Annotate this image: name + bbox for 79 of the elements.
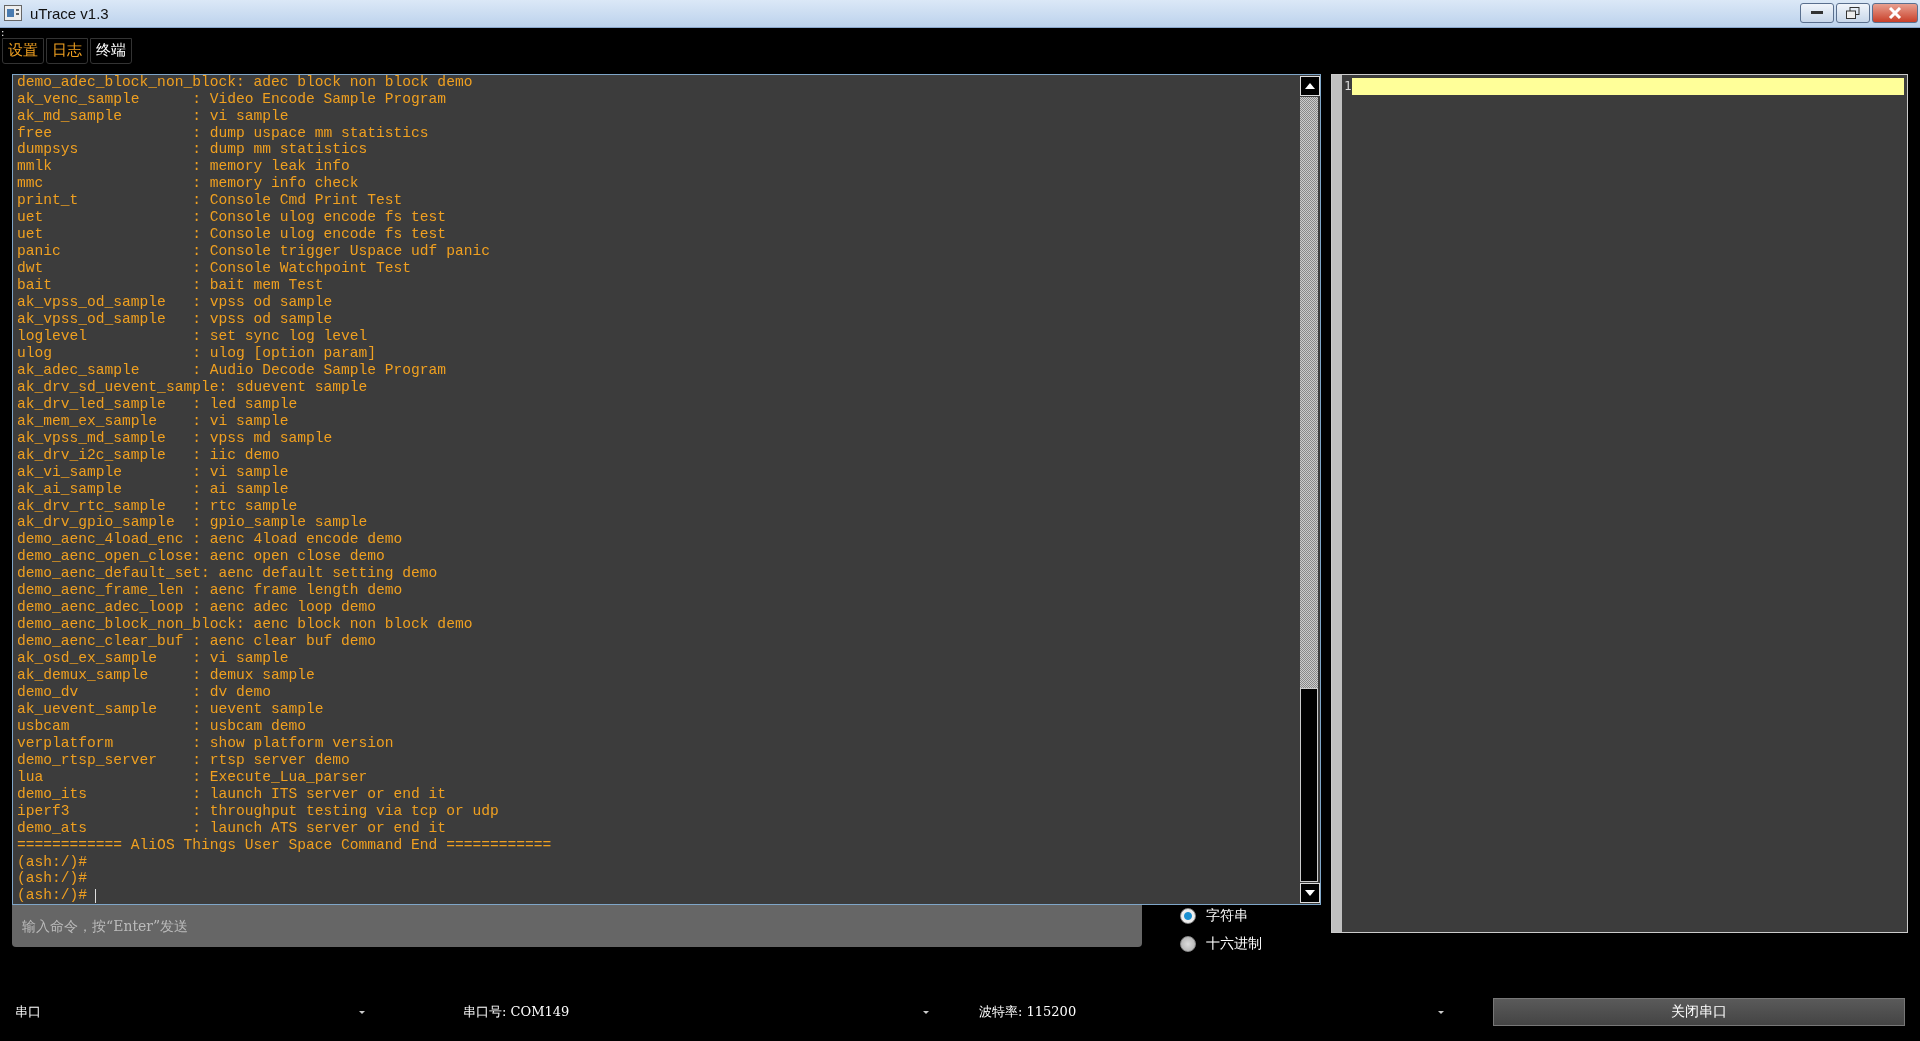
minimize-button[interactable] [1800, 3, 1834, 24]
terminal-line: demo_adec_block_non_block: adec block non block demo [17, 75, 474, 91]
editor-panel[interactable]: 1 [1331, 74, 1908, 934]
minimize-icon [1811, 11, 1823, 16]
terminal-line: (ash:/)# [17, 887, 1295, 905]
terminal-line: ak_vpss_od_sample : vpss od sample [17, 294, 334, 311]
down-arrow-icon [1305, 890, 1316, 897]
terminal-line: ak_drv_sd_uevent_sample: sduevent sample [17, 378, 369, 396]
terminal-line: (ash:/)# [17, 870, 89, 888]
terminal-line: verplatform : show platform version [17, 734, 395, 752]
scroll-up-button[interactable] [1300, 76, 1321, 97]
terminal-line: ak_drv_rtc_sample : rtc sample [17, 497, 299, 515]
terminal-line: uet : Console ulog encode fs test [17, 209, 448, 227]
terminal-line: ak_drv_led_sample : led sample [17, 395, 299, 413]
terminal-line: ak_drv_i2c_sample : iic demo [17, 446, 281, 464]
close-button[interactable] [1872, 3, 1918, 24]
terminal-line: ak_vi_sample : vi sample [17, 463, 290, 481]
terminal-line: demo_aenc_default_set: aenc default setting demo [17, 565, 439, 583]
menu-mark: : [0, 27, 6, 38]
terminal-line: ak_adec_sample : Audio Decode Sample Program [17, 361, 448, 379]
terminal-line: ak_demux_sample : demux sample [17, 667, 316, 684]
terminal-line: ak_vpss_od_sample : vpss od sample [17, 311, 334, 328]
terminal-line: mmc : memory info check [17, 175, 360, 193]
dropdown-caret-icon [359, 1010, 365, 1014]
terminal-line: ak_vpss_md_sample : vpss md sample [17, 429, 334, 447]
text-cursor [95, 888, 97, 903]
terminal-line: ak_mem_ex_sample : vi sample [17, 412, 290, 430]
terminal-line: demo_rtsp_server : rtsp server demo [17, 751, 351, 769]
terminal-line: mmlk : memory leak info [17, 158, 351, 176]
terminal-line: (ash:/)# [17, 853, 89, 871]
terminal-line: ak_osd_ex_sample : vi sample [17, 650, 290, 668]
terminal-line: ak_venc_sample : Video Encode Sample Program [17, 90, 448, 108]
terminal-line: free : dump uspace mm statistics [17, 124, 430, 142]
terminal-line: demo_aenc_block_non_block: aenc block non block demo [17, 616, 474, 634]
terminal-line: ak_ai_sample : ai sample [17, 480, 290, 498]
app-icon [4, 5, 22, 22]
terminal-line: dumpsys : dump mm statistics [17, 141, 369, 159]
tab[interactable]: 设置 [2, 37, 44, 64]
scroll-down-button[interactable] [1300, 883, 1321, 904]
terminal-line: usbcam : usbcam demo [17, 717, 307, 735]
close-icon [1888, 7, 1902, 20]
scrollbar[interactable] [1298, 75, 1321, 905]
up-arrow-icon [1305, 83, 1316, 90]
terminal-line: demo_dv : dv demo [17, 684, 272, 701]
port-number-dropdown[interactable]: 串口号: COM149 [463, 999, 929, 1026]
baud-rate-dropdown[interactable]: 波特率: 115200 [979, 999, 1444, 1026]
dropdown-caret-icon [1438, 1010, 1444, 1014]
terminal-line: ulog : ulog [option param] [17, 344, 378, 362]
terminal-line: dwt : Console Watchpoint Test [17, 260, 413, 278]
terminal-line: demo_aenc_open_close: aenc open close demo [17, 548, 386, 566]
terminal-line: ak_md_sample : vi sample [17, 107, 290, 125]
terminal-line: demo_aenc_4load_enc : aenc 4load encode demo [17, 531, 404, 549]
tab[interactable]: 终端 [90, 37, 132, 64]
close-port-button[interactable]: 关闭串口 [1493, 998, 1905, 1027]
dropdown-caret-icon [923, 1010, 929, 1014]
terminal-line: panic : Console trigger Uspace udf panic [17, 243, 491, 261]
terminal-line: iperf3 : throughput testing via tcp or udp [17, 802, 500, 820]
terminal-line: loglevel : set sync log level [17, 327, 369, 345]
format-radio[interactable]: 字符串 [1180, 907, 1262, 926]
terminal-line: ak_uevent_sample : uevent sample [17, 700, 325, 718]
terminal-line: bait : bait mem Test [17, 277, 325, 295]
terminal-line: lua : Execute_Lua_parser [17, 768, 369, 786]
scroll-thumb[interactable] [1300, 688, 1319, 883]
terminal-line: demo_aenc_adec_loop : aenc adec loop demo [17, 599, 378, 617]
restore-icon [1846, 7, 1860, 20]
terminal-line: uet : Console ulog encode fs test [17, 226, 448, 244]
format-radio[interactable]: 十六进制 [1180, 935, 1262, 954]
command-input[interactable]: 输入命令，按“Enter”发送 [12, 905, 1142, 948]
terminal-line: print_t : Console Cmd Print Test [17, 192, 404, 210]
terminal-line: demo_aenc_clear_buf : aenc clear buf demo [17, 633, 378, 651]
terminal-line: demo_its : launch ITS server or end it [17, 785, 448, 803]
terminal-line: demo_aenc_frame_len : aenc frame length demo [17, 582, 404, 600]
restore-button[interactable] [1836, 3, 1870, 24]
window-title: uTrace v1.3 [30, 4, 110, 22]
tab[interactable]: 日志 [46, 37, 88, 64]
port-type-dropdown[interactable]: 串口 [15, 999, 365, 1026]
terminal-line: ============ AliOS Things User Space Command End ============ [17, 836, 553, 854]
terminal-line: ak_drv_gpio_sample : gpio_sample sample [17, 514, 369, 532]
terminal-line: demo_ats : launch ATS server or end it [17, 819, 448, 837]
